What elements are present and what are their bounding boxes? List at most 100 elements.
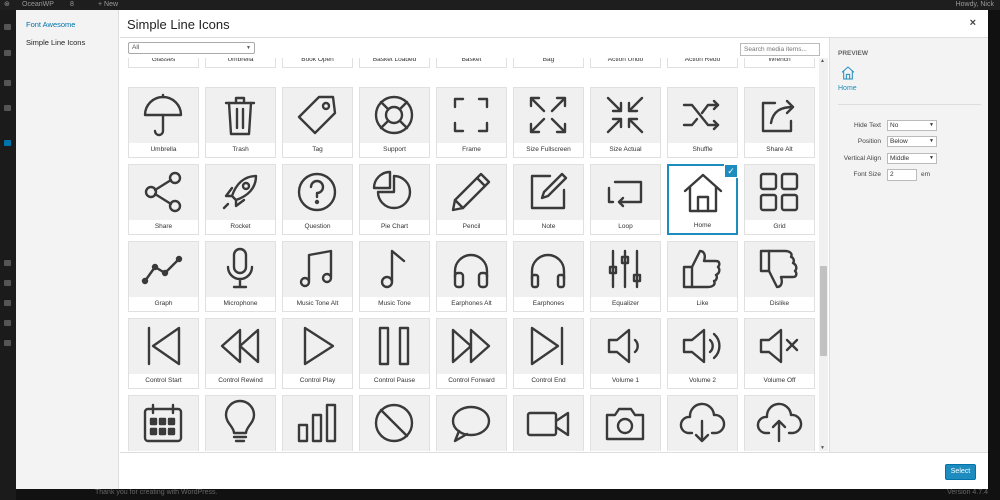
menu-item-font-awesome[interactable]: Font Awesome (26, 20, 75, 29)
icon-tile-control-start[interactable]: Control Start (128, 318, 199, 389)
icon-tile-shuffle[interactable]: Shuffle (667, 87, 738, 158)
vertical-align-select[interactable]: Middle ▼ (887, 153, 937, 164)
icon-library-menu: Font Awesome Simple Line Icons (16, 10, 119, 489)
menu-icon[interactable] (4, 80, 11, 86)
icon-tile-share-alt[interactable]: Share Alt (744, 87, 815, 158)
icon-tile-graph[interactable]: Graph (128, 241, 199, 312)
search-input[interactable] (740, 43, 820, 56)
scrollbar-thumb[interactable] (820, 266, 827, 356)
icon-tile-volume-1[interactable]: Volume 1 (590, 318, 661, 389)
control-start-icon (147, 326, 181, 366)
icon-tile-music-tone[interactable]: Music Tone (359, 241, 430, 312)
volume-1-icon (607, 328, 639, 364)
icon-tile-label: Graph (129, 297, 198, 311)
icon-tile-control-end[interactable]: Control End (513, 318, 584, 389)
icon-tile-size-fullscreen[interactable]: Size Fullscreen (513, 87, 584, 158)
icon-tile-like[interactable]: Like (667, 241, 738, 312)
icon-tile-control-rewind[interactable]: Control Rewind (205, 318, 276, 389)
icon-tile-cloud-download[interactable]: Cloud Download (667, 395, 738, 451)
home-icon (841, 66, 855, 80)
icon-tile-frame[interactable]: Frame (436, 87, 507, 158)
chevron-down-icon: ▼ (929, 155, 934, 161)
bulb-icon (224, 399, 256, 443)
icon-tile[interactable]: Wrench (744, 58, 815, 68)
menu-icon[interactable] (4, 260, 11, 266)
icon-tile[interactable]: Basket Loaded (359, 58, 430, 68)
icon-tile-earphones[interactable]: Earphones (513, 241, 584, 312)
size-fullscreen-icon (529, 96, 567, 134)
icon-tile-bubble[interactable]: Bubble (436, 395, 507, 451)
icon-picker-modal: Font Awesome Simple Line Icons Simple Li… (16, 10, 988, 489)
menu-icon[interactable] (4, 140, 11, 146)
menu-item-simple-line-icons[interactable]: Simple Line Icons (26, 38, 85, 47)
icon-tile-ban[interactable]: Ban (359, 395, 430, 451)
new-link[interactable]: + New (98, 0, 118, 10)
icon-tile[interactable]: Bag (513, 58, 584, 68)
icon-tile-equalizer[interactable]: Equalizer (590, 241, 661, 312)
icon-tile-cloud-upload[interactable]: Cloud Upload (744, 395, 815, 451)
icon-tile[interactable]: Action Undo (590, 58, 661, 68)
icon-tile-umbrella[interactable]: Umbrella (128, 87, 199, 158)
filter-select[interactable]: All ▼ (128, 42, 255, 54)
icon-tile-control-play[interactable]: Control Play (282, 318, 353, 389)
menu-icon[interactable] (4, 105, 11, 111)
icon-tile-pie-chart[interactable]: Pie Chart (359, 164, 430, 235)
icon-tile-question[interactable]: Question (282, 164, 353, 235)
menu-icon[interactable] (4, 24, 11, 30)
icon-tile-control-pause[interactable]: Control Pause (359, 318, 430, 389)
icon-tile-loop[interactable]: Loop (590, 164, 661, 235)
icon-tile[interactable]: Book Open (282, 58, 353, 68)
menu-icon[interactable] (4, 320, 11, 326)
howdy-link[interactable]: Howdy, Nick (956, 0, 994, 10)
icon-tile-pencil[interactable]: Pencil (436, 164, 507, 235)
icon-tile-dislike[interactable]: Dislike (744, 241, 815, 312)
position-select[interactable]: Below ▼ (887, 136, 937, 147)
scroll-up-icon[interactable]: ▲ (820, 58, 825, 64)
icon-tile-share[interactable]: Share (128, 164, 199, 235)
menu-icon[interactable] (4, 280, 11, 286)
chevron-down-icon: ▼ (929, 122, 934, 128)
music-tone-alt-icon (299, 249, 333, 288)
icon-tile-calendar[interactable]: Calendar (128, 395, 199, 451)
icon-tile-volume-off[interactable]: Volume Off (744, 318, 815, 389)
icon-tile-support[interactable]: Support (359, 87, 430, 158)
menu-icon[interactable] (4, 300, 11, 306)
icon-tile-bulb[interactable]: Bulb (205, 395, 276, 451)
wp-logo-icon[interactable]: ⊛ (4, 0, 10, 10)
icon-tile-size-actual[interactable]: Size Actual (590, 87, 661, 158)
icon-tile[interactable]: Umbrella (205, 58, 276, 68)
icon-tile-tag[interactable]: Tag (282, 87, 353, 158)
icon-tile-rocket[interactable]: Rocket (205, 164, 276, 235)
site-name-link[interactable]: OceanWP (22, 0, 54, 10)
close-icon[interactable]: × (970, 17, 976, 29)
icon-tile-note[interactable]: Note (513, 164, 584, 235)
question-icon (297, 172, 337, 212)
icon-tile-label: Action Undo (591, 58, 660, 67)
menu-icon[interactable] (4, 50, 11, 56)
font-size-input[interactable]: 2 (887, 169, 917, 181)
font-size-unit: em (921, 171, 931, 178)
menu-icon[interactable] (4, 340, 11, 346)
icon-tile-label: Home (669, 219, 736, 233)
icon-tile-earphones-alt[interactable]: Earphones Alt (436, 241, 507, 312)
notification-count[interactable]: 8 (70, 0, 74, 10)
icon-tile-trash[interactable]: Trash (205, 87, 276, 158)
select-button[interactable]: Select (945, 464, 976, 480)
icon-tile-microphone[interactable]: Microphone (205, 241, 276, 312)
icon-tile-camrecorder[interactable]: Camrecorder (513, 395, 584, 451)
icon-tile-music-tone-alt[interactable]: Music Tone Alt (282, 241, 353, 312)
grid-scrollbar[interactable]: ▲ ▼ (819, 58, 828, 451)
scroll-down-icon[interactable]: ▼ (820, 445, 825, 451)
icon-tile[interactable]: Basket (436, 58, 507, 68)
earphones-icon (530, 253, 566, 289)
icon-tile-grid[interactable]: Grid (744, 164, 815, 235)
icon-tile[interactable]: Action Redo (667, 58, 738, 68)
icon-tile-volume-2[interactable]: Volume 2 (667, 318, 738, 389)
icon-tile-control-forward[interactable]: Control Forward (436, 318, 507, 389)
icon-tile[interactable]: Glasses (128, 58, 199, 68)
icon-tile-camera[interactable]: Camera (590, 395, 661, 451)
hide-text-select[interactable]: No ▼ (887, 120, 937, 131)
icon-tile-chart[interactable]: Chart (282, 395, 353, 451)
icon-tile-home[interactable]: Home ✓ (667, 164, 738, 235)
checkmark-icon[interactable]: ✓ (724, 164, 738, 178)
